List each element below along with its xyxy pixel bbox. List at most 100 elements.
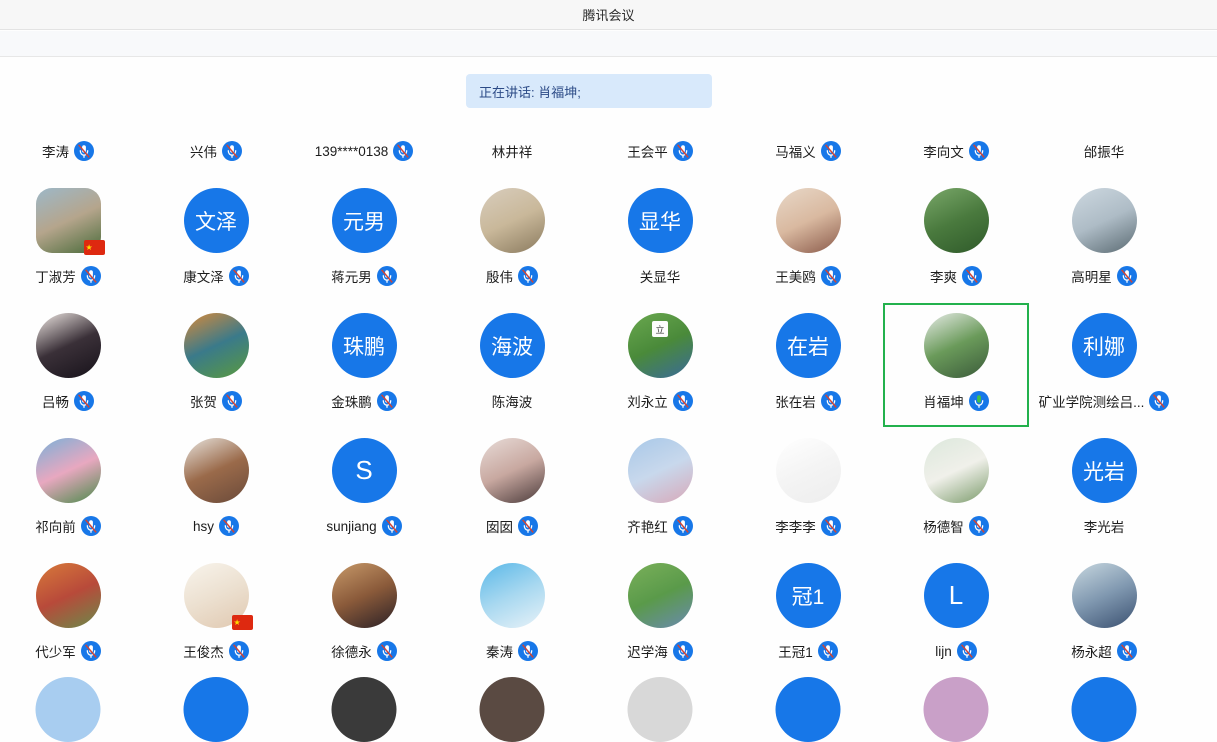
participant-cell[interactable]: 元男蒋元男 [290,188,438,300]
participant-cell[interactable]: 珠鹏金珠鹏 [290,313,438,425]
participant-cell[interactable]: 李李李 [734,438,882,550]
mic-muted-icon[interactable] [1117,641,1137,661]
mic-muted-icon[interactable] [821,391,841,411]
participant-cell[interactable]: 齐艳红 [586,438,734,550]
participant-cell[interactable]: 秦涛 [438,563,586,675]
mic-muted-icon[interactable] [962,266,982,286]
mic-muted-icon[interactable] [229,641,249,661]
avatar [776,677,841,742]
mic-muted-icon[interactable] [821,266,841,286]
participant-name: 李向文 [923,141,964,161]
participant-cell[interactable]: 徐德永 [290,563,438,675]
mic-muted-icon[interactable] [81,266,101,286]
participant-cell[interactable]: 海波陈海波 [438,313,586,425]
mic-muted-icon[interactable] [673,141,693,161]
mic-muted-icon[interactable] [81,641,101,661]
participant-name: 吕畅 [42,391,69,411]
participant-cell[interactable]: 冠1王冠1 [734,563,882,675]
participant-cell-partial [882,0,1030,112]
participant-cell[interactable]: 王美鸥 [734,188,882,300]
mic-muted-icon[interactable] [673,516,693,536]
participant-row: 吕畅张贺珠鹏金珠鹏海波陈海波立刘永立在岩张在岩肖福坤利娜矿业学院测绘吕... [0,313,1178,425]
mic-muted-icon[interactable] [673,641,693,661]
mic-muted-icon[interactable] [673,391,693,411]
mic-muted-icon[interactable] [518,516,538,536]
participant-cell[interactable]: ★丁淑芳 [0,188,142,300]
participant-cell[interactable]: Ssunjiang [290,438,438,550]
mic-muted-icon[interactable] [518,641,538,661]
participant-cell[interactable]: 在岩张在岩 [734,313,882,425]
participant-name: 徐德永 [331,641,372,661]
sea-silhouette-photo [1072,188,1137,253]
participant-cell[interactable]: 高明星 [1030,188,1178,300]
mic-muted-icon[interactable] [821,141,841,161]
avatar [184,677,249,742]
mic-muted-icon[interactable] [81,516,101,536]
participant-cell[interactable]: 殷伟 [438,188,586,300]
bonsai-tree-photo [924,313,989,378]
participant-name: 张在岩 [775,391,816,411]
mic-muted-icon[interactable] [821,516,841,536]
participant-cell[interactable]: hsy [142,438,290,550]
participant-cell-partial [0,0,142,112]
mic-muted-icon[interactable] [393,141,413,161]
avatar: 在岩 [776,313,841,378]
participant-name-row: hsy [193,516,239,536]
participant-cell[interactable]: 杨永超 [1030,563,1178,675]
participant-cell[interactable]: 肖福坤 [882,313,1030,425]
participant-cell[interactable]: 杨德智 [882,438,1030,550]
mic-muted-icon[interactable] [1149,391,1169,411]
aries-sheep-cartoon: ★ [184,563,249,628]
participant-name-row: 张贺 [190,391,242,411]
mic-muted-icon[interactable] [74,141,94,161]
mic-muted-icon[interactable] [969,516,989,536]
family-photo [1072,563,1137,628]
avatar [480,677,545,742]
participant-cell[interactable]: 迟学海 [586,563,734,675]
mic-muted-icon[interactable] [957,641,977,661]
mic-muted-icon[interactable] [377,266,397,286]
participant-name-row: 丁淑芳 [35,266,101,286]
mic-muted-icon[interactable] [74,391,94,411]
participant-name: 陈海波 [492,391,533,411]
mic-muted-icon[interactable] [818,641,838,661]
participant-name: 祁向前 [35,516,76,536]
participant-cell[interactable]: 文泽康文泽 [142,188,290,300]
mic-on-icon[interactable] [969,391,989,411]
participant-cell[interactable]: 张贺 [142,313,290,425]
participant-name: 张贺 [190,391,217,411]
avatar [924,677,989,742]
avatar-initials: 显华 [639,206,681,236]
participant-cell[interactable]: ★王俊杰 [142,563,290,675]
participant-cell-partial [734,0,882,112]
mic-muted-icon[interactable] [377,391,397,411]
avatar-initials: 光岩 [1083,456,1125,486]
mic-muted-icon[interactable] [222,391,242,411]
participant-name-row: 王美鸥 [775,266,841,286]
participant-cell[interactable]: 利娜矿业学院测绘吕... [1030,313,1178,425]
participant-name-row: 李李李 [775,516,841,536]
mic-muted-icon[interactable] [222,141,242,161]
participant-cell[interactable]: 囡囡 [438,438,586,550]
participant-row: 祁向前 hsy Ssunjiang囡囡齐艳红李李李 杨德智光岩李光岩 [0,438,1178,550]
participant-name-row: 李向文 [923,141,989,161]
participant-cell[interactable]: 显华关显华 [586,188,734,300]
participant-cell[interactable]: Llijn [882,563,1030,675]
mic-muted-icon[interactable] [1117,266,1137,286]
participant-name: 李李李 [775,516,816,536]
participant-cell[interactable]: 吕畅 [0,313,142,425]
mic-muted-icon[interactable] [219,516,239,536]
mic-muted-icon[interactable] [377,641,397,661]
participant-cell[interactable]: 光岩李光岩 [1030,438,1178,550]
mic-muted-icon[interactable] [518,266,538,286]
participant-cell[interactable]: 立刘永立 [586,313,734,425]
participant-cell[interactable]: 李爽 [882,188,1030,300]
avatar-initials: S [355,455,372,486]
mic-muted-icon[interactable] [382,516,402,536]
mic-muted-icon[interactable] [969,141,989,161]
participant-name: 马福义 [775,141,816,161]
participant-cell[interactable]: 代少军 [0,563,142,675]
mic-muted-icon[interactable] [229,266,249,286]
participant-cell[interactable]: 祁向前 [0,438,142,550]
green-tree-photo [924,188,989,253]
